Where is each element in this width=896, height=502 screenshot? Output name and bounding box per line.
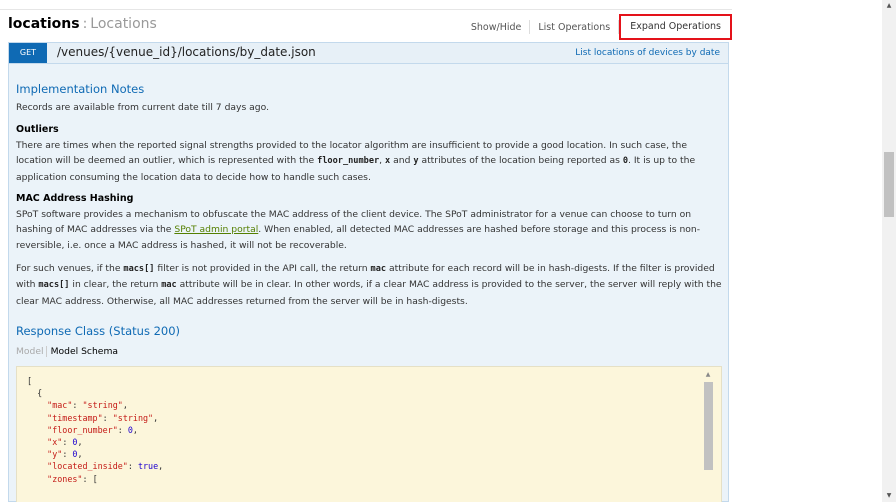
code-floor-number: floor_number: [317, 156, 380, 167]
resource-header: locations: Locations Show/Hide List Opera…: [8, 14, 732, 42]
model-tabs: Model Model Schema: [16, 346, 119, 357]
mac-hashing-heading: MAC Address Hashing: [16, 193, 134, 204]
resource-name[interactable]: locations: [8, 16, 80, 32]
scroll-up-icon[interactable]: ▲: [703, 371, 713, 379]
schema-value: true: [137, 461, 159, 472]
outliers-text: attributes of the location being reporte…: [421, 155, 620, 167]
code-mac: mac: [161, 280, 177, 291]
model-schema-box[interactable]: [ { "mac": "string", "timestamp": "strin…: [16, 366, 722, 502]
mac-hashing-paragraph: SPoT software provides a mechanism to ob…: [16, 207, 722, 253]
outliers-heading: Outliers: [16, 124, 59, 135]
schema-value: 0: [127, 424, 133, 435]
spot-admin-portal-link[interactable]: SPoT admin portal: [174, 224, 258, 235]
schema-key: "timestamp": [47, 412, 103, 423]
scroll-up-icon[interactable]: ▲: [882, 0, 896, 12]
schema-scrollbar-thumb[interactable]: [704, 382, 713, 470]
schema-code: [ { "mac": "string", "timestamp": "strin…: [27, 376, 164, 484]
endpoint-path[interactable]: /venues/{venue_id}/locations/by_date.jso…: [57, 45, 316, 59]
resource-separator: :: [82, 16, 88, 32]
schema-value: [: [92, 473, 98, 484]
resource-title[interactable]: locations: Locations: [8, 16, 157, 32]
schema-key: "y": [47, 449, 63, 460]
schema-value: 0: [72, 437, 78, 448]
show-hide-link[interactable]: Show/Hide: [463, 22, 530, 33]
page-scrollbar[interactable]: ▲ ▼: [882, 0, 896, 502]
schema-line: [: [27, 376, 33, 386]
schema-key: "mac": [47, 400, 73, 411]
code-macs: macs[]: [38, 280, 70, 291]
schema-scrollbar[interactable]: ▲: [703, 371, 713, 500]
page-scrollbar-thumb[interactable]: [884, 152, 894, 217]
schema-key: "located_inside": [47, 461, 128, 472]
code-macs: macs[]: [123, 264, 155, 274]
resource-operations: Show/Hide List Operations Expand Operati…: [463, 14, 732, 40]
code-x: x: [385, 156, 391, 167]
implementation-notes-title: Implementation Notes: [16, 82, 145, 96]
schema-key: "zones": [47, 473, 83, 484]
outliers-paragraph: There are times when the reported signal…: [16, 138, 722, 185]
outliers-text: ,: [379, 155, 383, 167]
endpoint-content: Implementation Notes Records are availab…: [8, 63, 729, 502]
mac-text: filter is not provided in the API call, …: [157, 263, 368, 274]
schema-value: "string": [82, 400, 123, 411]
tab-model-schema[interactable]: Model Schema: [45, 346, 119, 357]
implementation-notes-text: Records are available from current date …: [16, 102, 270, 113]
endpoint-summary[interactable]: List locations of devices by date: [575, 48, 720, 58]
schema-value: "string": [112, 412, 154, 423]
code-mac: mac: [370, 264, 387, 274]
http-method-badge[interactable]: GET: [9, 43, 47, 63]
endpoint-heading[interactable]: GET /venues/{venue_id}/locations/by_date…: [8, 42, 729, 63]
mac-text: in clear, the return: [72, 279, 159, 291]
mac-filter-paragraph: For such venues, if the macs[] filter is…: [16, 261, 722, 309]
resource-description: Locations: [90, 16, 157, 32]
tab-model[interactable]: Model: [16, 346, 44, 357]
response-class-title: Response Class (Status 200): [16, 324, 181, 338]
code-y: y: [413, 156, 419, 167]
top-divider: [0, 9, 732, 10]
schema-key: "x": [47, 437, 63, 448]
scroll-down-icon[interactable]: ▼: [882, 490, 896, 502]
schema-value: 0: [72, 449, 78, 460]
expand-operations-link[interactable]: Expand Operations: [619, 14, 732, 40]
mac-text: For such venues, if the: [16, 263, 121, 274]
outliers-text: and: [393, 155, 411, 167]
schema-line: {: [27, 388, 43, 399]
schema-key: "floor_number": [47, 424, 118, 435]
list-operations-link[interactable]: List Operations: [530, 22, 618, 33]
